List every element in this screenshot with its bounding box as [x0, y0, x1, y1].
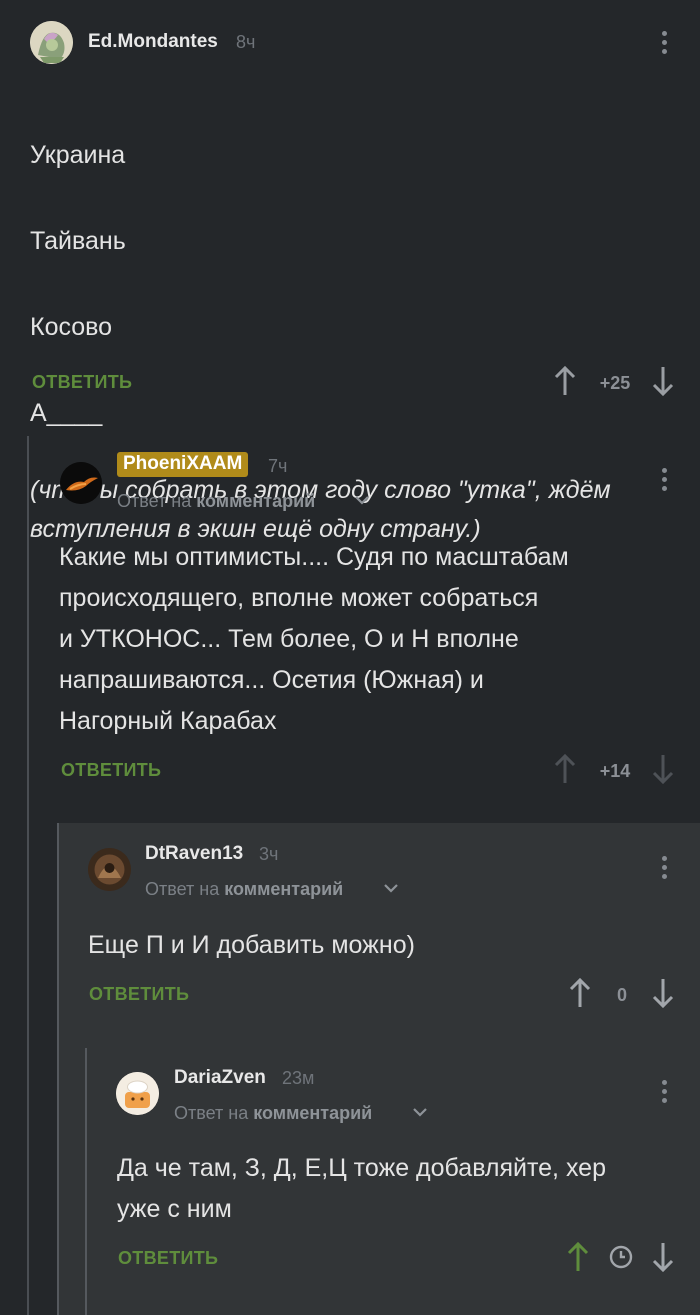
rating-score: +14 — [599, 761, 631, 781]
rating-score: 0 — [616, 985, 627, 1005]
more-options-icon[interactable] — [660, 856, 668, 883]
comment-line: Косово — [30, 313, 113, 341]
avatar[interactable] — [88, 848, 131, 891]
rating-score: +25 — [599, 373, 631, 393]
upvote-arrow-icon[interactable] — [554, 366, 576, 396]
comment-time: 8ч — [236, 32, 256, 52]
comment-line: Тайвань — [30, 227, 126, 255]
reply-prefix: Ответ на — [174, 1103, 249, 1123]
more-options-icon[interactable] — [660, 1080, 668, 1107]
username[interactable]: Ed.Mondantes — [88, 31, 218, 53]
avatar[interactable] — [60, 462, 102, 504]
reply-target: комментарий — [224, 879, 344, 899]
username[interactable]: DariaZven — [174, 1067, 266, 1089]
comment-body: Украина Тайвань Косово А____ (чтобы собр… — [30, 94, 611, 590]
comment-line: А____ — [30, 399, 103, 427]
downvote-arrow-icon[interactable] — [652, 1242, 674, 1272]
thread-line-level-1 — [27, 436, 29, 1315]
downvote-arrow-icon[interactable] — [652, 366, 674, 396]
avatar[interactable] — [30, 21, 73, 64]
comment-line: Украина — [30, 141, 126, 169]
reply-prefix: Ответ на — [145, 879, 220, 899]
reply-target: комментарий — [253, 1103, 373, 1123]
downvote-arrow-icon[interactable] — [652, 754, 674, 784]
comment-body: Какие мы оптимисты.... Судя по масштабам… — [59, 543, 569, 735]
thread-line-level-2 — [57, 823, 59, 1315]
reply-button[interactable]: ОТВЕТИТЬ — [118, 1248, 218, 1269]
reply-to-meta[interactable]: Ответ на комментарий — [145, 879, 343, 900]
upvote-arrow-icon[interactable] — [567, 1242, 589, 1272]
avatar[interactable] — [116, 1072, 159, 1115]
reply-to-meta[interactable]: Ответ на комментарий — [174, 1103, 372, 1124]
more-options-icon[interactable] — [660, 31, 668, 58]
comment-time: 3ч — [259, 844, 279, 864]
reply-button[interactable]: ОТВЕТИТЬ — [32, 372, 132, 393]
clock-icon — [609, 1245, 633, 1269]
reply-prefix: Ответ на — [117, 491, 192, 511]
reply-target: комментарий — [196, 491, 316, 511]
username: PhoeniXAAM — [123, 453, 243, 474]
chevron-down-icon[interactable] — [355, 495, 369, 505]
upvote-arrow-icon[interactable] — [554, 754, 576, 784]
downvote-arrow-icon[interactable] — [652, 978, 674, 1008]
reply-button[interactable]: ОТВЕТИТЬ — [89, 984, 189, 1005]
reply-to-meta[interactable]: Ответ на комментарий — [117, 491, 315, 512]
username[interactable]: DtRaven13 — [145, 843, 243, 865]
thread-line-level-3 — [85, 1048, 87, 1315]
comment-body: Да че там, З, Д, Е,Ц тоже добавляйте, хе… — [117, 1154, 606, 1223]
chevron-down-icon[interactable] — [413, 1107, 427, 1117]
reply-button[interactable]: ОТВЕТИТЬ — [61, 760, 161, 781]
author-badge[interactable]: PhoeniXAAM — [117, 452, 249, 477]
comment-body: Еще П и И добавить можно) — [88, 931, 415, 959]
comment-time: 23м — [282, 1068, 315, 1088]
more-options-icon[interactable] — [660, 468, 668, 495]
comment-time: 7ч — [268, 456, 288, 476]
chevron-down-icon[interactable] — [384, 883, 398, 893]
upvote-arrow-icon[interactable] — [569, 978, 591, 1008]
